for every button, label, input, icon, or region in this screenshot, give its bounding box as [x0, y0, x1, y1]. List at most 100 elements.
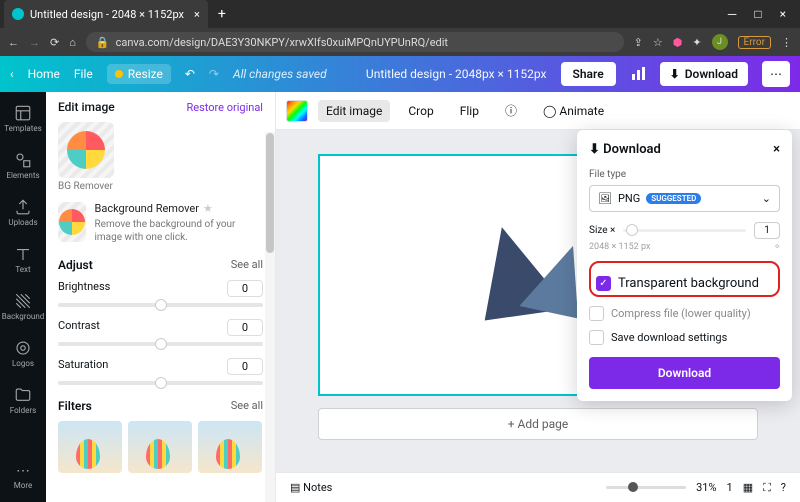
- rail-elements[interactable]: Elements: [0, 147, 46, 184]
- minimize-icon[interactable]: ─: [728, 7, 737, 21]
- rail-text[interactable]: Text: [0, 241, 46, 278]
- lock-aspect-icon[interactable]: ⋄: [774, 242, 780, 252]
- home-button[interactable]: Home: [28, 67, 60, 81]
- save-settings-checkbox[interactable]: Save download settings: [589, 330, 780, 345]
- info-icon[interactable]: ⓘ: [497, 98, 525, 123]
- notes-button[interactable]: ▤ Notes: [290, 481, 332, 494]
- back-arrow-icon[interactable]: ‹: [10, 67, 14, 81]
- brightness-slider[interactable]: [58, 303, 263, 307]
- download-icon: ⬇: [670, 67, 680, 81]
- url-field[interactable]: 🔒 canva.com/design/DAE3Y30NKPY/xrwXIfs0x…: [86, 32, 624, 52]
- beachball-icon: [59, 209, 85, 235]
- home-icon[interactable]: ⌂: [69, 36, 76, 49]
- download-confirm-button[interactable]: Download: [589, 357, 780, 389]
- new-tab-icon[interactable]: +: [218, 6, 226, 22]
- undo-icon[interactable]: ↶: [185, 67, 195, 81]
- rail-more[interactable]: ⋯More: [0, 459, 46, 494]
- redo-icon[interactable]: ↷: [209, 67, 219, 81]
- zoom-value[interactable]: 31%: [696, 481, 716, 494]
- rail-background[interactable]: Background: [0, 288, 46, 325]
- maximize-icon[interactable]: □: [754, 7, 761, 21]
- forward-icon[interactable]: →: [29, 36, 40, 49]
- rail-folders[interactable]: Folders: [0, 382, 46, 419]
- profile-avatar[interactable]: J: [712, 34, 728, 50]
- premium-star-icon: ★: [203, 202, 213, 216]
- add-page-button[interactable]: + Add page: [318, 408, 758, 440]
- url-text: canva.com/design/DAE3Y30NKPY/xrwXIfs0xui…: [116, 36, 448, 49]
- browser-addressbar: ← → ⟳ ⌂ 🔒 canva.com/design/DAE3Y30NKPY/x…: [0, 28, 800, 56]
- adjust-seeall[interactable]: See all: [231, 258, 263, 272]
- filters-seeall[interactable]: See all: [231, 399, 263, 413]
- crop-tool[interactable]: Crop: [400, 100, 441, 122]
- reload-icon[interactable]: ⟳: [50, 36, 59, 49]
- bg-remover-tile[interactable]: BG Remover: [58, 122, 263, 192]
- app-topbar: ‹ Home File Resize ↶ ↷ All changes saved…: [0, 56, 800, 92]
- rail-logos[interactable]: Logos: [0, 335, 46, 372]
- download-button[interactable]: ⬇Download: [660, 62, 748, 86]
- contrast-value[interactable]: 0: [227, 319, 263, 336]
- back-icon[interactable]: ←: [8, 36, 19, 49]
- page-indicator[interactable]: 1: [727, 481, 733, 494]
- bg-remover-title: Background Remover: [94, 202, 198, 216]
- image-icon: 🖼: [598, 192, 612, 205]
- edit-image-tool[interactable]: Edit image: [318, 100, 390, 122]
- size-label: Size ×: [589, 225, 615, 236]
- color-picker[interactable]: [286, 100, 308, 122]
- bottom-bar: ▤ Notes 31% 1 ▦ ⛶ ?: [276, 472, 800, 502]
- grid-view-icon[interactable]: ▦: [743, 481, 753, 494]
- brightness-value[interactable]: 0: [227, 280, 263, 297]
- resize-button[interactable]: Resize: [107, 64, 171, 84]
- bg-remover-card[interactable]: Background Remover ★ Remove the backgroun…: [58, 202, 263, 244]
- animate-tool[interactable]: ◯ Animate: [535, 100, 612, 122]
- help-icon[interactable]: ?: [781, 481, 786, 494]
- bookmark-icon[interactable]: ☆: [653, 36, 663, 49]
- tab-title: Untitled design - 2048 × 1152px: [30, 8, 184, 21]
- flip-tool[interactable]: Flip: [452, 100, 487, 122]
- panel-scrollbar[interactable]: [265, 132, 275, 502]
- close-tab-icon[interactable]: ×: [194, 8, 200, 21]
- share-button[interactable]: Share: [561, 62, 616, 86]
- compress-checkbox[interactable]: Compress file (lower quality): [589, 306, 780, 321]
- filetype-select[interactable]: 🖼 PNG SUGGESTED ⌄: [589, 185, 780, 212]
- saturation-slider[interactable]: [58, 381, 263, 385]
- lock-icon: 🔒: [96, 36, 110, 49]
- more-button[interactable]: ⋯: [762, 61, 790, 87]
- filter-thumb[interactable]: [58, 421, 122, 473]
- zoom-slider[interactable]: [606, 486, 686, 489]
- canva-favicon-icon: [12, 8, 24, 20]
- download-panel-title: Download: [603, 142, 661, 157]
- size-slider[interactable]: [623, 229, 746, 232]
- size-value[interactable]: 1: [754, 222, 780, 239]
- close-window-icon[interactable]: ×: [780, 7, 786, 21]
- menu-icon[interactable]: ⋮: [781, 36, 792, 49]
- left-rail: Templates Elements Uploads Text Backgrou…: [0, 92, 46, 502]
- browser-tab[interactable]: Untitled design - 2048 × 1152px ×: [4, 0, 208, 28]
- file-button[interactable]: File: [74, 67, 93, 81]
- adjust-contrast: Contrast0: [58, 319, 263, 346]
- download-panel: ⬇ Download × File type 🖼 PNG SUGGESTED ⌄…: [577, 130, 792, 401]
- adjust-saturation: Saturation0: [58, 358, 263, 385]
- close-panel-icon[interactable]: ×: [773, 142, 780, 157]
- restore-original-link[interactable]: Restore original: [186, 101, 263, 114]
- contrast-slider[interactable]: [58, 342, 263, 346]
- rail-uploads[interactable]: Uploads: [0, 194, 46, 231]
- chevron-down-icon: ⌄: [762, 192, 771, 205]
- save-status: All changes saved: [233, 67, 327, 81]
- bg-remover-label: BG Remover: [58, 181, 113, 192]
- rail-templates[interactable]: Templates: [0, 100, 46, 137]
- filter-thumb[interactable]: [198, 421, 262, 473]
- extensions-icon[interactable]: ✦: [692, 36, 701, 49]
- saturation-value[interactable]: 0: [227, 358, 263, 375]
- canvas-toolbar: Edit image Crop Flip ⓘ ◯ Animate: [276, 92, 800, 130]
- bg-remover-desc: Remove the background of your image with…: [94, 219, 235, 243]
- share-icon[interactable]: ⇪: [634, 36, 643, 49]
- filters-title: Filters: [58, 399, 92, 413]
- error-badge[interactable]: Error: [738, 36, 771, 49]
- transparent-bg-checkbox[interactable]: ✓ Transparent background: [596, 276, 773, 291]
- insights-icon[interactable]: [630, 66, 646, 82]
- filter-thumb[interactable]: [128, 421, 192, 473]
- fullscreen-icon[interactable]: ⛶: [763, 481, 771, 495]
- shield-icon[interactable]: ⬢: [673, 36, 683, 49]
- filetype-value: PNG: [618, 192, 640, 205]
- design-title[interactable]: Untitled design - 2048px × 1152px: [366, 67, 547, 81]
